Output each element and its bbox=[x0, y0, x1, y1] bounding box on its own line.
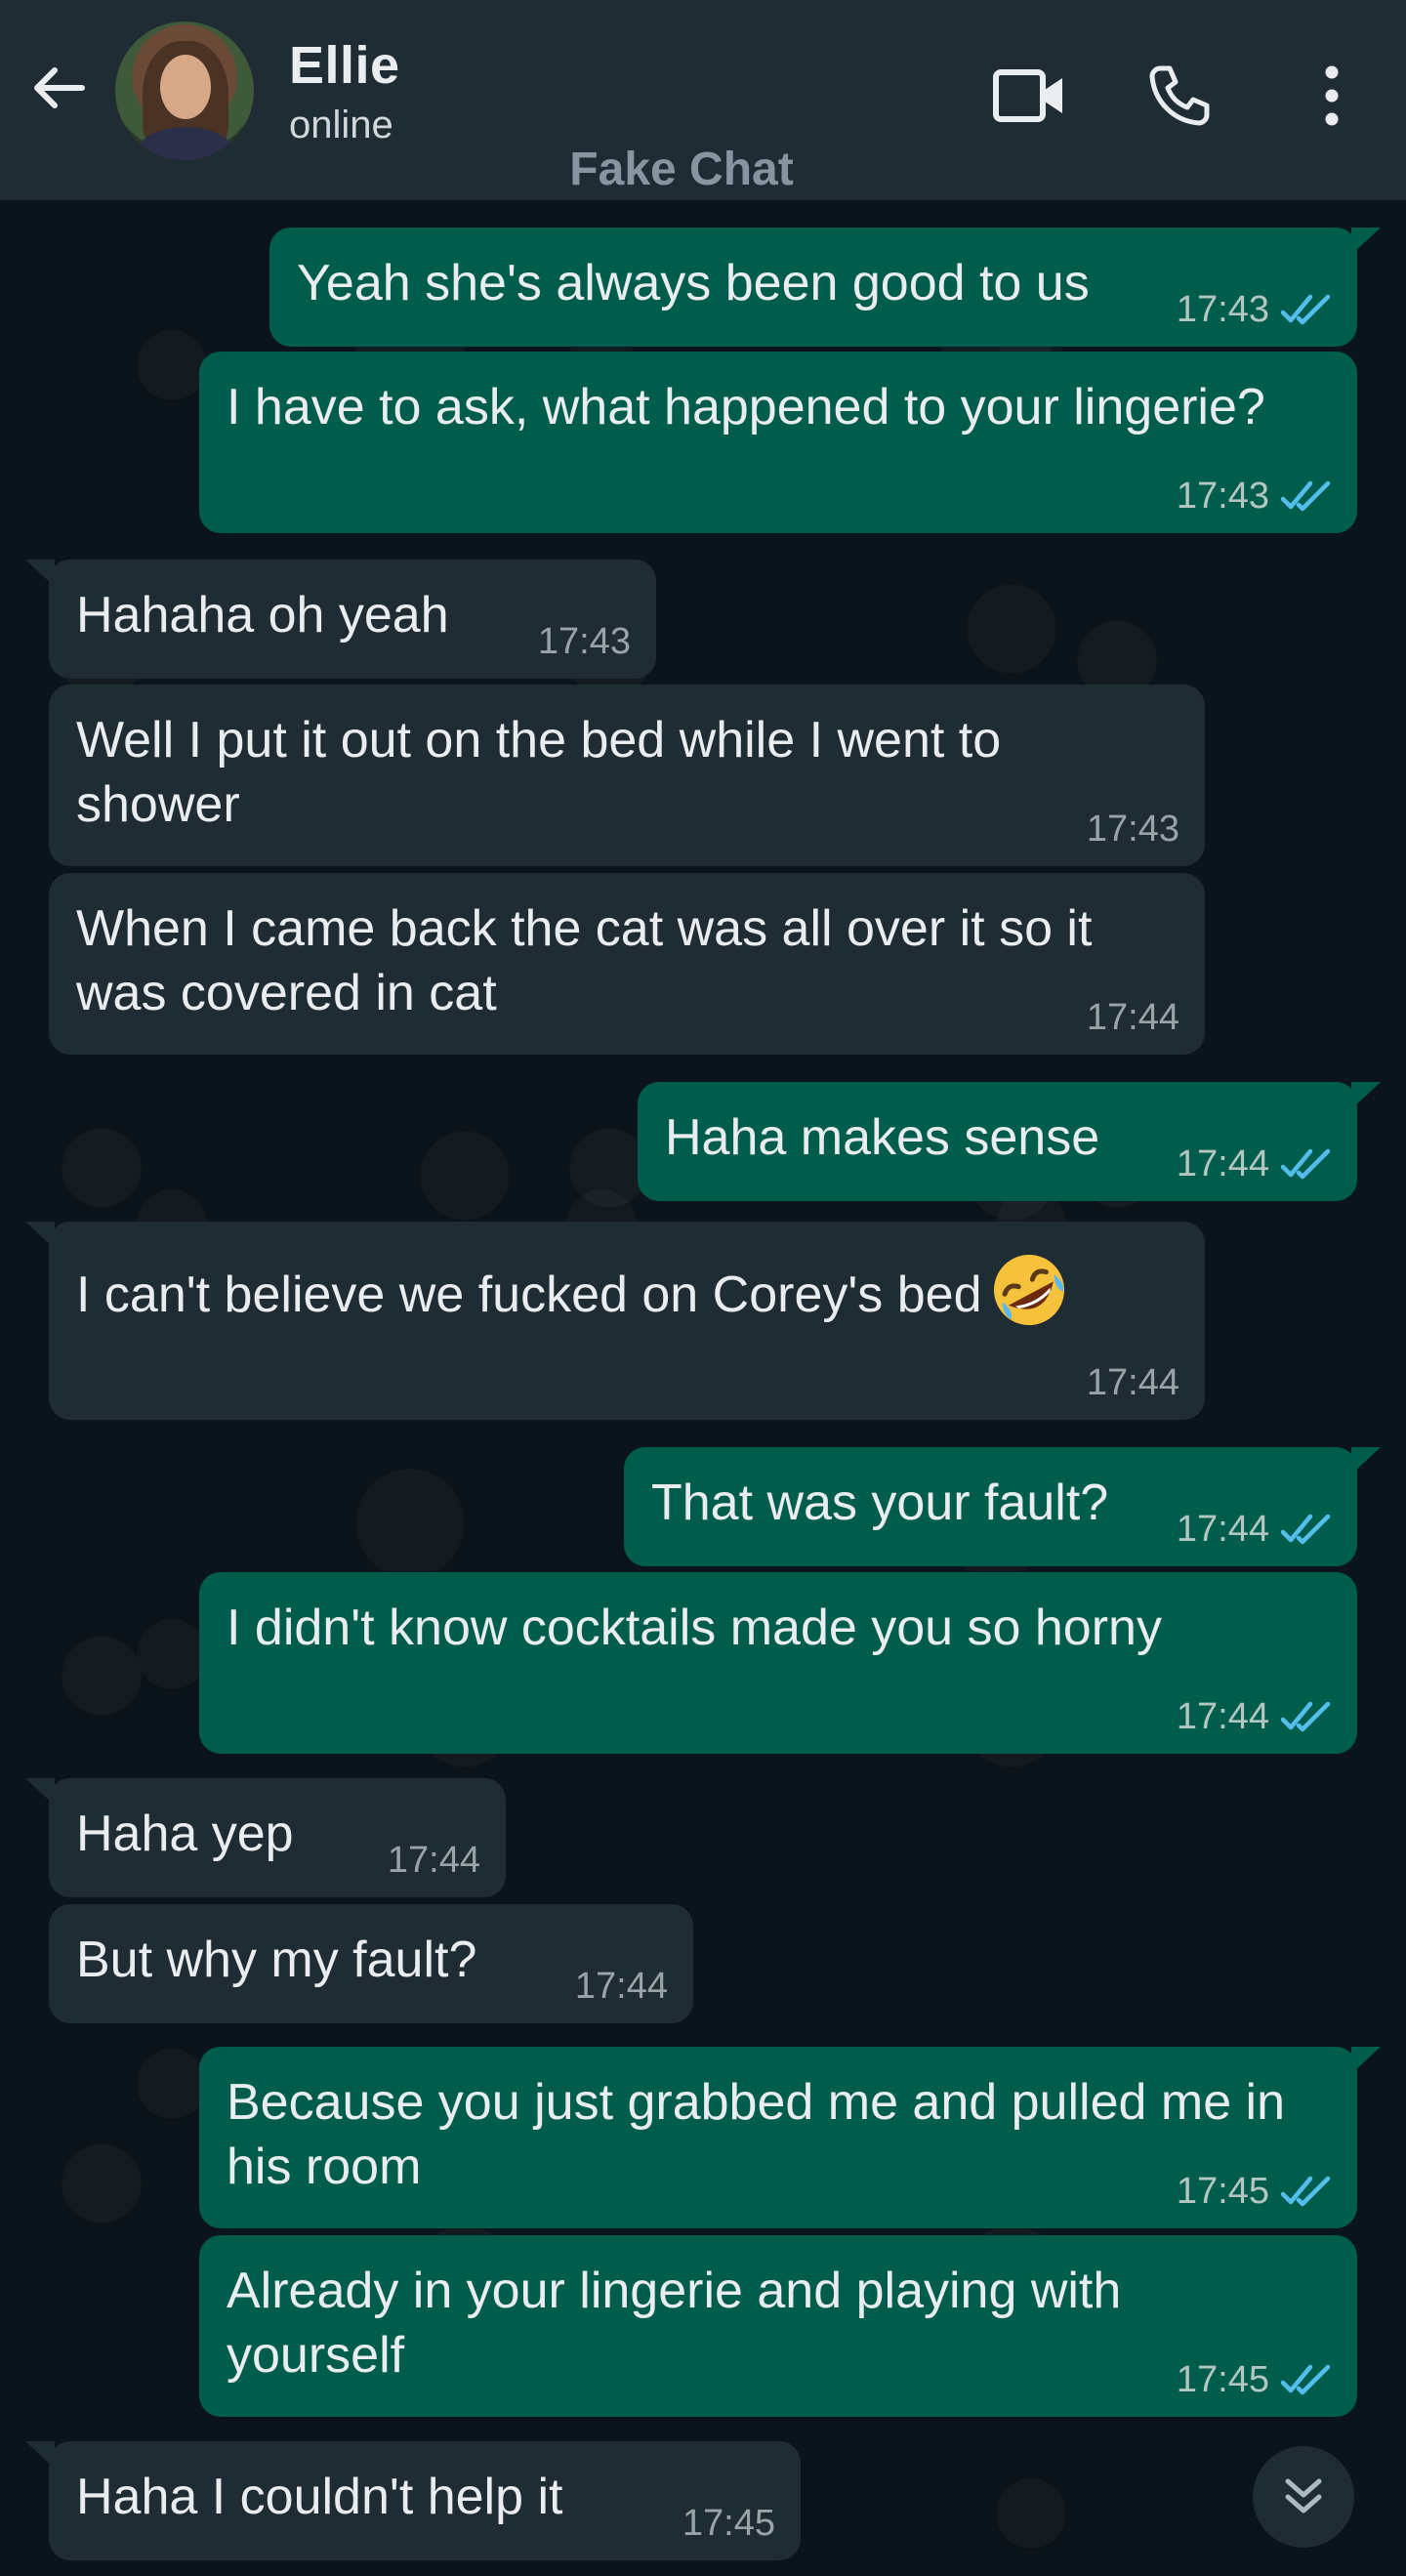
message-bubble-outgoing[interactable]: I have to ask, what happened to your lin… bbox=[199, 352, 1357, 533]
message-time: 17:44 bbox=[574, 1966, 668, 2007]
message-bubble-outgoing[interactable]: Yeah she's always been good to us 17:43 bbox=[269, 228, 1381, 347]
message-text: I have to ask, what happened to your lin… bbox=[227, 379, 1265, 436]
back-button[interactable] bbox=[21, 51, 96, 125]
message-time: 17:45 bbox=[682, 2503, 775, 2544]
arrow-left-icon bbox=[34, 67, 85, 108]
message-time: 17:44 bbox=[387, 1840, 480, 1881]
message-time: 17:45 bbox=[1176, 2359, 1269, 2400]
message-bubble-incoming[interactable]: When I came back the cat was all over it… bbox=[49, 873, 1205, 1055]
video-camera-icon bbox=[993, 69, 1062, 122]
double-check-read-icon bbox=[1281, 2364, 1331, 2395]
message-bubble-outgoing[interactable]: Haha makes sense 17:44 bbox=[638, 1082, 1381, 1201]
message-bubble-outgoing[interactable]: That was your fault? 17:44 bbox=[624, 1447, 1381, 1566]
phone-icon bbox=[1149, 65, 1210, 126]
message-time: 17:44 bbox=[1086, 997, 1179, 1038]
chat-header: Ellie online Fake Chat bbox=[0, 0, 1406, 200]
voice-call-button[interactable] bbox=[1135, 51, 1224, 141]
message-text: I didn't know cocktails made you so horn… bbox=[227, 1600, 1162, 1656]
message-bubble-incoming[interactable]: Haha yep 17:44 bbox=[25, 1778, 506, 1897]
message-bubble-incoming[interactable]: I can't believe we fucked on Corey's bed… bbox=[25, 1222, 1205, 1420]
message-bubble-outgoing[interactable]: Because you just grabbed me and pulled m… bbox=[199, 2047, 1381, 2228]
message-time: 17:44 bbox=[1086, 1362, 1179, 1403]
message-text: Because you just grabbed me and pulled m… bbox=[227, 2074, 1286, 2195]
message-bubble-outgoing[interactable]: Already in your lingerie and playing wit… bbox=[199, 2235, 1357, 2417]
message-time: 17:44 bbox=[1176, 1696, 1269, 1737]
message-bubble-incoming[interactable]: But why my fault? 17:44 bbox=[49, 1904, 693, 2023]
message-text: When I came back the cat was all over it… bbox=[76, 900, 1093, 1021]
double-check-read-icon bbox=[1281, 480, 1331, 512]
more-options-button[interactable] bbox=[1287, 51, 1377, 141]
contact-name[interactable]: Ellie bbox=[289, 35, 400, 96]
message-time: 17:43 bbox=[1086, 809, 1179, 850]
more-vertical-icon bbox=[1325, 65, 1339, 126]
message-bubble-incoming[interactable]: Haha I couldn't help it 17:45 bbox=[25, 2441, 801, 2560]
double-check-read-icon bbox=[1281, 1514, 1331, 1545]
message-bubble-incoming[interactable]: Well I put it out on the bed while I wen… bbox=[49, 685, 1205, 866]
contact-status: online bbox=[289, 104, 393, 146]
rolling-on-floor-laughing-icon bbox=[993, 1255, 1064, 1325]
message-bubble-outgoing[interactable]: I didn't know cocktails made you so horn… bbox=[199, 1572, 1357, 1754]
message-time: 17:43 bbox=[1176, 289, 1269, 330]
message-time: 17:44 bbox=[1176, 1509, 1269, 1550]
message-text: Well I put it out on the bed while I wen… bbox=[76, 712, 1002, 833]
message-time: 17:45 bbox=[1176, 2171, 1269, 2212]
message-time: 17:43 bbox=[537, 621, 631, 662]
double-check-read-icon bbox=[1281, 1701, 1331, 1732]
message-text: I can't believe we fucked on Corey's bed bbox=[76, 1245, 1178, 1329]
double-check-read-icon bbox=[1281, 294, 1331, 325]
message-time: 17:44 bbox=[1176, 1143, 1269, 1184]
message-time: 17:43 bbox=[1176, 476, 1269, 517]
double-chevron-down-icon bbox=[1285, 2478, 1322, 2514]
message-text: Already in your lingerie and playing wit… bbox=[227, 2263, 1122, 2384]
message-bubble-incoming[interactable]: Hahaha oh yeah 17:43 bbox=[25, 560, 656, 679]
video-call-button[interactable] bbox=[984, 51, 1074, 141]
double-check-read-icon bbox=[1281, 1148, 1331, 1180]
scroll-to-bottom-button[interactable] bbox=[1253, 2446, 1354, 2548]
message-text: Yeah she's always been good to us bbox=[297, 255, 1090, 312]
watermark-text: Fake Chat bbox=[569, 144, 794, 195]
message-text: Haha I couldn't help it bbox=[76, 2469, 563, 2525]
double-check-read-icon bbox=[1281, 2176, 1331, 2207]
chat-screen: Ellie online Fake Chat Yeah she's always… bbox=[0, 0, 1406, 2576]
avatar[interactable] bbox=[115, 21, 254, 160]
